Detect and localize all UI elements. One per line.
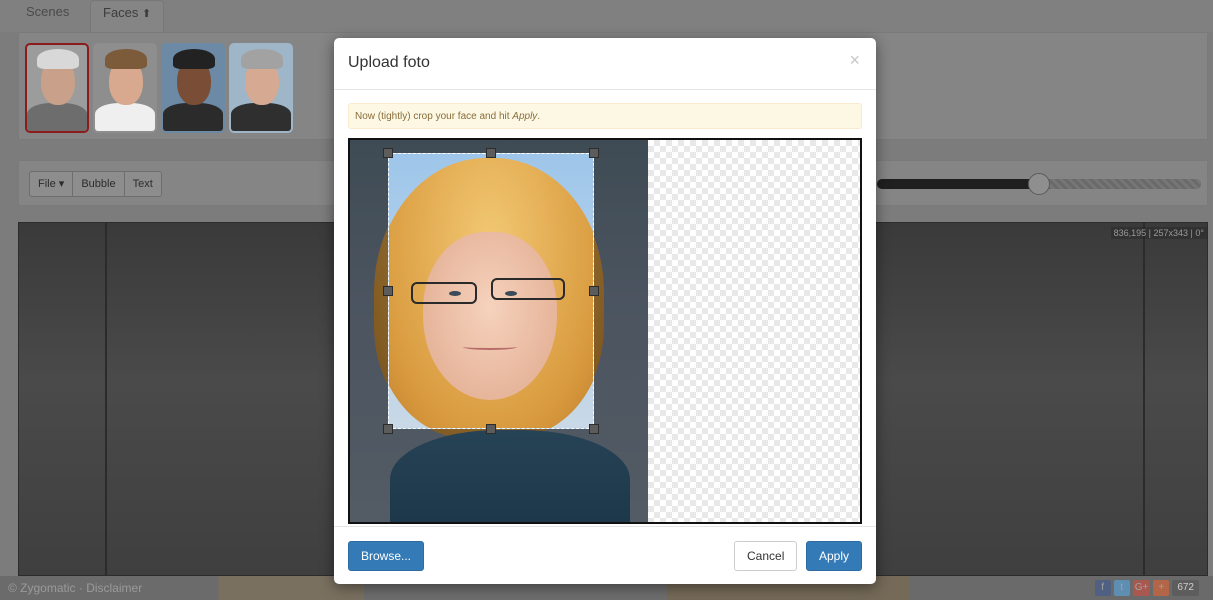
- apply-button[interactable]: Apply: [806, 541, 863, 571]
- footer-copyright[interactable]: © Zygomatic · Disclaimer: [8, 581, 142, 595]
- thumbnail-clothes: [163, 103, 223, 131]
- upload-icon: ⬆: [142, 8, 152, 20]
- thumbnail-hair: [241, 49, 283, 69]
- file-menu-label: File: [38, 178, 56, 190]
- tab-scenes-label: Scenes: [26, 4, 70, 19]
- modal-footer: Browse... Cancel Apply: [334, 526, 876, 584]
- crop-handle-bottom[interactable]: [486, 424, 496, 434]
- photo-glasses-left: [411, 282, 477, 304]
- photo-face: [423, 232, 557, 400]
- thumbnail-clothes: [231, 103, 291, 131]
- crop-handle-top[interactable]: [486, 148, 496, 158]
- photo-mouth: [463, 344, 517, 350]
- tab-bar: Scenes Faces ⬆: [0, 0, 1213, 32]
- upload-photo-modal: Upload foto × Now (tightly) crop your fa…: [334, 38, 876, 584]
- text-button[interactable]: Text: [123, 171, 162, 197]
- thumbnail-clothes: [95, 103, 155, 131]
- instruction-emphasis: Apply: [512, 111, 538, 122]
- face-thumbnail[interactable]: [161, 43, 225, 133]
- crop-handle-bottom-right[interactable]: [589, 424, 599, 434]
- instruction-text: Now (tightly) crop your face and hit: [355, 111, 513, 122]
- tab-faces[interactable]: Faces ⬆: [90, 0, 165, 32]
- face-thumbnail[interactable]: [93, 43, 157, 133]
- twitter-icon[interactable]: t: [1113, 580, 1130, 596]
- caret-down-icon: ▾: [58, 178, 65, 190]
- zoom-slider-rest: [1039, 179, 1201, 189]
- crop-handle-bottom-left[interactable]: [383, 424, 393, 434]
- face-thumbnail[interactable]: [25, 43, 89, 133]
- crop-instruction-alert: Now (tightly) crop your face and hit App…: [348, 103, 862, 129]
- tab-faces-label: Faces: [103, 5, 139, 20]
- thumbnail-clothes: [27, 103, 87, 131]
- cancel-button[interactable]: Cancel: [734, 541, 798, 571]
- social-share-bar: f t G+ +672: [1094, 580, 1199, 596]
- selection-coords-readout: 836,195 | 257x343 | 0°: [1110, 227, 1207, 239]
- addthis-icon[interactable]: +: [1153, 580, 1170, 596]
- file-menu-button[interactable]: File ▾: [29, 171, 74, 197]
- zoom-slider-fill: [877, 179, 1039, 189]
- toolbar-button-group: File ▾ Bubble Text: [29, 171, 162, 197]
- instruction-suffix: .: [537, 111, 541, 122]
- zoom-slider-handle[interactable]: [1028, 173, 1050, 195]
- facebook-icon[interactable]: f: [1094, 580, 1111, 596]
- crop-handle-left[interactable]: [383, 286, 393, 296]
- thumbnail-hair: [105, 49, 147, 69]
- canvas-seam: [1143, 223, 1145, 577]
- thumbnail-hair: [37, 49, 79, 69]
- crop-selection[interactable]: [388, 153, 594, 429]
- tab-scenes[interactable]: Scenes: [14, 0, 81, 32]
- canvas-seam: [105, 223, 107, 577]
- thumbnail-hair: [173, 49, 215, 69]
- modal-title: Upload foto: [348, 54, 430, 71]
- photo-glasses-right: [491, 278, 565, 300]
- face-thumbnail[interactable]: [229, 43, 293, 133]
- crop-area[interactable]: [348, 138, 862, 524]
- browse-button[interactable]: Browse...: [348, 541, 425, 571]
- bubble-button[interactable]: Bubble: [72, 171, 125, 197]
- crop-handle-top-right[interactable]: [589, 148, 599, 158]
- text-button-label: Text: [132, 178, 153, 190]
- crop-handle-right[interactable]: [589, 286, 599, 296]
- googleplus-icon[interactable]: G+: [1132, 580, 1151, 596]
- share-count-badge: 672: [1172, 580, 1199, 596]
- modal-header: Upload foto ×: [334, 38, 876, 90]
- close-icon[interactable]: ×: [849, 50, 860, 71]
- transparent-background: [648, 140, 860, 522]
- bubble-button-label: Bubble: [81, 178, 116, 190]
- crop-handle-top-left[interactable]: [383, 148, 393, 158]
